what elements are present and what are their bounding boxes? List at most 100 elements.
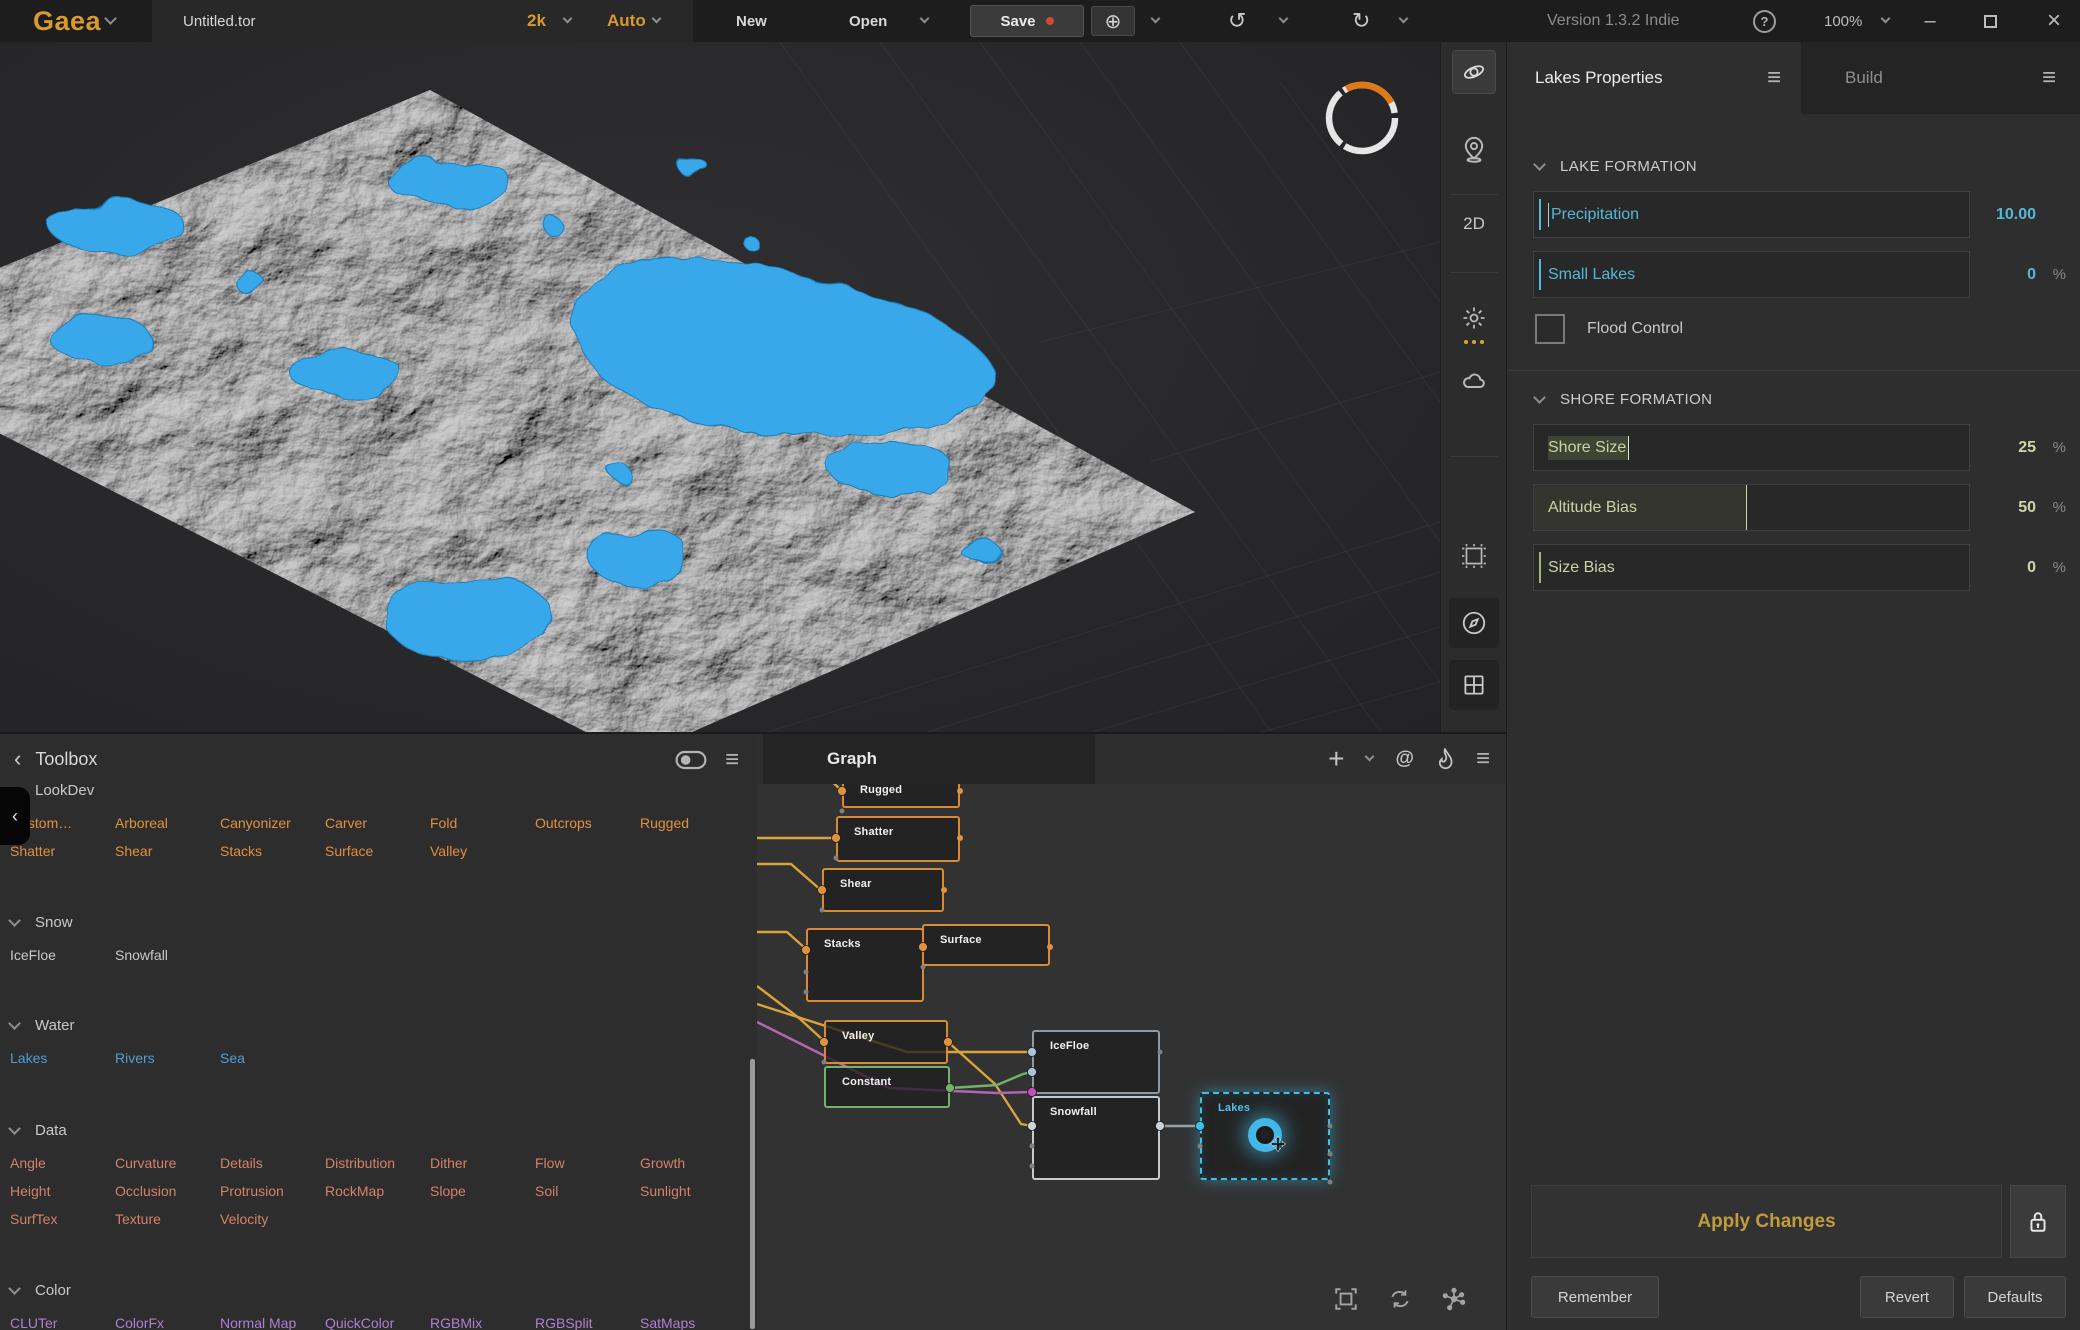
node-source-canyonizer[interactable]: Canyonizer — [220, 815, 325, 831]
graph-node-shear[interactable]: Shear — [822, 868, 944, 912]
ui-zoom-chevron-icon[interactable] — [1882, 0, 1889, 42]
node-source-stacks[interactable]: Stacks — [220, 843, 325, 859]
shore-size-input[interactable]: Shore Size — [1533, 424, 1970, 471]
open-chevron-icon[interactable] — [921, 0, 928, 42]
save-button[interactable]: Save — [970, 5, 1084, 37]
node-source-l[interactable]: Lakes — [10, 1050, 115, 1066]
layout-grid-button[interactable] — [1449, 660, 1499, 710]
section-lookdev-header[interactable]: LookDev — [10, 782, 743, 799]
new-button[interactable]: New — [736, 0, 767, 42]
close-button[interactable]: × — [2040, 0, 2068, 42]
resolution-dropdown[interactable]: 2k — [527, 0, 546, 42]
node-source-shatter[interactable]: Shatter — [10, 843, 115, 859]
quality-chevron-icon[interactable] — [653, 0, 660, 42]
node-source-growth[interactable]: Growth — [640, 1155, 745, 1171]
node-source-soil[interactable]: Soil — [535, 1183, 640, 1199]
node-source-rockmap[interactable]: RockMap — [325, 1183, 430, 1199]
build-menu-icon[interactable]: ≡ — [2042, 66, 2056, 90]
graph-node-snowfall[interactable]: Snowfall — [1032, 1096, 1160, 1180]
ui-zoom-dropdown[interactable]: 100% — [1824, 0, 1862, 42]
node-source-flow[interactable]: Flow — [535, 1155, 640, 1171]
node-source-satmaps[interactable]: SatMaps — [640, 1315, 745, 1330]
node-source-arboreal[interactable]: Arboreal — [115, 815, 220, 831]
location-marker-button[interactable] — [1441, 134, 1507, 164]
apply-changes-button[interactable]: Apply Changes — [1531, 1185, 2002, 1258]
frame-region-button[interactable] — [1441, 542, 1507, 570]
help-button[interactable]: ? — [1753, 0, 1776, 42]
add-node-chevron-icon[interactable] — [1365, 752, 1375, 762]
node-source-colorfx[interactable]: ColorFx — [115, 1315, 220, 1330]
graph-node-lakes-selected[interactable]: Lakes — [1200, 1092, 1330, 1180]
node-source-texture[interactable]: Texture — [115, 1211, 220, 1227]
app-menu-chevron-icon[interactable] — [106, 0, 115, 42]
open-button[interactable]: Open — [849, 0, 887, 42]
node-source-dither[interactable]: Dither — [430, 1155, 535, 1171]
lock-apply-button[interactable] — [2010, 1185, 2066, 1258]
document-tab[interactable]: Untitled.tor 2k Auto — [152, 0, 693, 42]
view-3d-mode-button[interactable] — [1452, 50, 1496, 94]
precipitation-input[interactable]: Precipitation — [1533, 191, 1970, 238]
graph-node-constant[interactable]: Constant — [824, 1066, 950, 1108]
section-data-header[interactable]: Data — [10, 1122, 743, 1139]
undo-icon[interactable]: ↺ — [1228, 0, 1246, 42]
node-source-rgbmix[interactable]: RGBMix — [430, 1315, 535, 1330]
defaults-button[interactable]: Defaults — [1964, 1276, 2066, 1318]
resolution-chevron-icon[interactable] — [564, 0, 571, 42]
tab-lakes-properties[interactable]: Lakes Properties ≡ — [1507, 42, 1801, 114]
graph-node-shatter[interactable]: Shatter — [836, 816, 960, 862]
graph-node-valley[interactable]: Valley — [824, 1020, 948, 1064]
graph-node-icefloe[interactable]: IceFloe — [1032, 1030, 1160, 1094]
minimize-button[interactable]: – — [1916, 0, 1944, 42]
node-source-carver[interactable]: Carver — [325, 815, 430, 831]
mention-node-icon[interactable]: @ — [1395, 748, 1414, 770]
node-source-cluter[interactable]: CLUTer — [10, 1315, 115, 1330]
remember-button[interactable]: Remember — [1531, 1276, 1659, 1318]
node-source-details[interactable]: Details — [220, 1155, 325, 1171]
size-bias-input[interactable]: Size Bias — [1533, 544, 1970, 591]
add-resource-chevron-icon[interactable] — [1152, 0, 1159, 42]
node-source-curvature[interactable]: Curvature — [115, 1155, 220, 1171]
properties-menu-icon[interactable]: ≡ — [1767, 66, 1781, 90]
flood-control-checkbox[interactable] — [1535, 314, 1565, 344]
add-node-icon[interactable]: + — [1328, 745, 1344, 773]
view-2d-mode-button[interactable]: 2D — [1441, 214, 1507, 234]
graph-node-stacks[interactable]: Stacks — [806, 928, 924, 1002]
node-source-fold[interactable]: Fold — [430, 815, 535, 831]
node-source-shear[interactable]: Shear — [115, 843, 220, 859]
section-lake-formation[interactable]: LAKE FORMATION — [1535, 158, 2066, 175]
small-lakes-input[interactable]: Small Lakes — [1533, 251, 1970, 298]
node-source-normalmap[interactable]: Normal Map — [220, 1315, 325, 1330]
tab-build[interactable]: Build ≡ — [1801, 42, 2080, 114]
app-menu-button[interactable]: Gaea — [33, 0, 101, 42]
quality-mode-dropdown[interactable]: Auto — [607, 0, 646, 42]
altitude-bias-input[interactable]: Altitude Bias — [1533, 484, 1970, 531]
node-source-sunlight[interactable]: Sunlight — [640, 1183, 745, 1199]
node-source-outcrops[interactable]: Outcrops — [535, 815, 640, 831]
node-source-height[interactable]: Height — [10, 1183, 115, 1199]
terrain-3d-viewport[interactable] — [0, 42, 1440, 732]
node-source-slope[interactable]: Slope — [430, 1183, 535, 1199]
rebuild-sync-icon[interactable] — [1387, 1286, 1413, 1312]
node-source-velocity[interactable]: Velocity — [220, 1211, 325, 1227]
node-source-snowfall[interactable]: Snowfall — [115, 947, 220, 963]
node-source-surface[interactable]: Surface — [325, 843, 430, 859]
add-resource-button[interactable]: ⊕ — [1091, 6, 1135, 36]
node-source-valley[interactable]: Valley — [430, 843, 535, 859]
toolbox-view-toggle-icon[interactable] — [675, 749, 707, 771]
toolbox-collapse-flyout[interactable]: ‹ — [0, 787, 30, 845]
toolbox-menu-icon[interactable]: ≡ — [725, 748, 739, 772]
node-source-sea[interactable]: Sea — [220, 1050, 325, 1066]
undo-history-chevron-icon[interactable] — [1280, 0, 1287, 42]
node-source-rugged[interactable]: Rugged — [640, 815, 745, 831]
node-source-angle[interactable]: Angle — [10, 1155, 115, 1171]
node-source-quickcolor[interactable]: QuickColor — [325, 1315, 430, 1330]
flame-icon[interactable] — [1436, 748, 1454, 770]
section-color-header[interactable]: Color — [10, 1282, 743, 1299]
atmosphere-button[interactable] — [1441, 366, 1507, 394]
node-source-surftex[interactable]: SurfTex — [10, 1211, 115, 1227]
compass-navigation-button[interactable] — [1449, 598, 1499, 648]
node-graph-panel[interactable]: Rugged Shatter Shear Stacks Surface Vall… — [757, 732, 1506, 1330]
redo-icon[interactable]: ↻ — [1352, 0, 1370, 42]
section-shore-formation[interactable]: SHORE FORMATION — [1535, 391, 2066, 408]
revert-button[interactable]: Revert — [1860, 1276, 1954, 1318]
